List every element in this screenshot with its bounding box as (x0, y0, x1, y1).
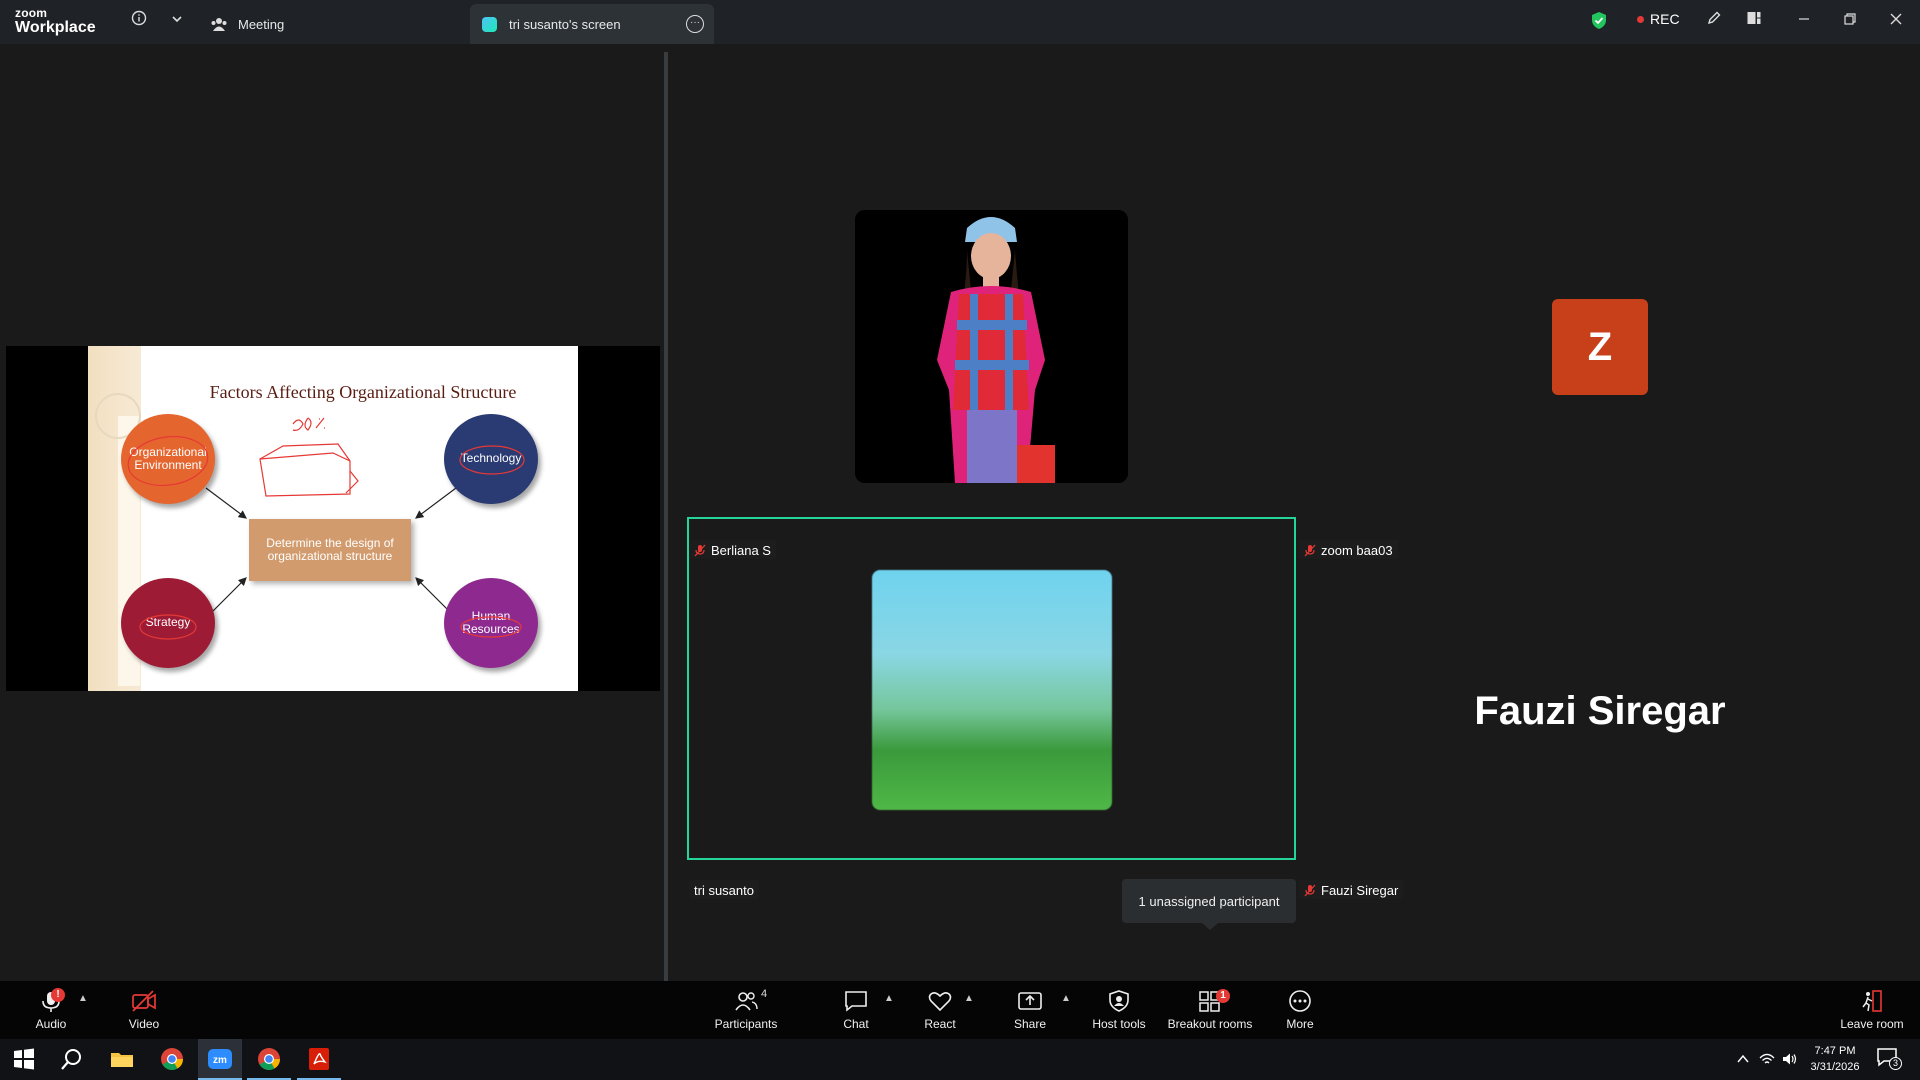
leave-door-icon (1862, 990, 1882, 1012)
name-tag-tri-susanto: tri susanto (689, 880, 759, 899)
shared-screen-icon (482, 16, 497, 32)
more-button[interactable]: More (1280, 985, 1320, 1037)
video-off-icon (132, 990, 156, 1012)
name-tag-zoom-baa03: zoom baa03 (1299, 540, 1398, 559)
volume-icon[interactable] (1782, 1052, 1798, 1066)
breakout-rooms-label: Breakout rooms (1167, 1017, 1253, 1031)
video-label: Video (128, 1017, 160, 1031)
participant-video-tri (872, 570, 1112, 810)
meeting-main-area: Factors Affecting Organizational Structu… (0, 44, 1920, 981)
share-screen-icon (1018, 992, 1042, 1010)
host-shield-icon (1109, 990, 1129, 1012)
logo-workplace-text: Workplace (15, 19, 96, 36)
mic-muted-icon (1304, 884, 1316, 896)
file-explorer-icon[interactable] (109, 1046, 135, 1072)
notification-center[interactable]: 3 (1876, 1047, 1902, 1073)
windows-start-icon[interactable] (11, 1046, 37, 1072)
clock-time: 7:47 PM (1814, 1045, 1856, 1057)
react-options-caret-icon[interactable]: ▲ (964, 993, 974, 1004)
title-bar: zoom Workplace Meeting tri susanto's scr… (0, 0, 1920, 44)
tab-meeting[interactable]: Meeting (210, 4, 460, 44)
video-button[interactable]: Video (120, 985, 168, 1037)
participants-group-icon (211, 18, 227, 31)
pdf-reader-icon (309, 1048, 329, 1070)
share-label: Share (1013, 1017, 1047, 1031)
rec-dot-icon (1637, 15, 1644, 23)
split-view-divider[interactable] (664, 52, 668, 981)
audio-button[interactable]: Audio ! (28, 985, 74, 1037)
chrome-icon (258, 1048, 280, 1070)
layout-view-icon[interactable] (1743, 10, 1765, 32)
notification-count: 3 (1889, 1057, 1902, 1070)
name-fauzi: Fauzi Siregar (1321, 882, 1399, 898)
chat-icon (845, 991, 867, 1012)
participant-photo (855, 210, 1128, 483)
network-icon[interactable] (1759, 1052, 1775, 1066)
more-dots-icon (1289, 990, 1311, 1012)
tab-screen-label: tri susanto's screen (509, 16, 621, 32)
rec-label: REC (1650, 11, 1680, 27)
taskbar-zoom-active[interactable]: zm (198, 1039, 242, 1080)
react-button[interactable]: React (916, 985, 964, 1037)
shared-screen-view[interactable]: Factors Affecting Organizational Structu… (6, 346, 660, 691)
leave-room-button[interactable]: Leave room (1836, 985, 1908, 1037)
leave-room-label: Leave room (1840, 1017, 1904, 1031)
encryption-shield-icon (1592, 12, 1606, 29)
logo-zoom-text: zoom (15, 6, 48, 20)
taskbar-chrome-2[interactable] (247, 1039, 291, 1080)
presentation-slide: Factors Affecting Organizational Structu… (88, 346, 578, 691)
video-tile-fauzi[interactable]: Fauzi Siregar (1430, 689, 1770, 734)
annotate-pencil-icon[interactable] (1703, 10, 1725, 32)
name-zoom-baa03: zoom baa03 (1321, 542, 1393, 558)
host-tools-button[interactable]: Host tools (1086, 985, 1152, 1037)
heart-icon (928, 992, 952, 1012)
audio-label: Audio (35, 1017, 67, 1031)
system-clock[interactable]: 7:47 PM 3/31/2026 (1800, 1043, 1870, 1075)
chat-options-caret-icon[interactable]: ▲ (884, 993, 894, 1004)
mic-muted-icon (1304, 544, 1316, 556)
windows-taskbar: zm 7:47 PM 3/31/2026 3 (0, 1039, 1920, 1080)
svg-text:zm: zm (213, 1055, 227, 1066)
clock-date: 3/31/2026 (1810, 1061, 1860, 1073)
react-label: React (924, 1017, 956, 1031)
participants-button[interactable]: Participants 4 (710, 985, 782, 1037)
chat-label: Chat (843, 1017, 869, 1031)
breakout-rooms-button[interactable]: Breakout rooms 1 (1165, 985, 1255, 1037)
chat-button[interactable]: Chat (830, 985, 882, 1037)
annotation-ink (127, 417, 525, 640)
minimize-icon[interactable] (1790, 10, 1818, 32)
share-options-caret-icon[interactable]: ▲ (1061, 993, 1071, 1004)
audio-warning-badge: ! (51, 988, 65, 1002)
search-icon[interactable] (59, 1046, 85, 1072)
unassigned-participant-tooltip[interactable]: 1 unassigned participant (1122, 879, 1296, 930)
more-label: More (1286, 1017, 1314, 1031)
participants-count: 4 (761, 988, 768, 1000)
tab-meeting-label: Meeting (238, 16, 285, 32)
info-icon[interactable] (128, 10, 150, 32)
name-tag-fauzi: Fauzi Siregar (1299, 880, 1404, 899)
tab-shared-screen[interactable]: tri susanto's screen ··· (470, 4, 714, 44)
breakout-badge: 1 (1216, 989, 1230, 1003)
close-icon[interactable] (1882, 10, 1910, 32)
chrome-icon[interactable] (159, 1046, 185, 1072)
zoom-logo: zoom Workplace (15, 7, 96, 36)
tray-expand-icon[interactable] (1736, 1053, 1750, 1065)
video-tile-berliana[interactable] (855, 210, 1128, 483)
restore-icon[interactable] (1836, 10, 1864, 32)
participants-label: Participants (714, 1017, 778, 1031)
chevron-down-icon[interactable] (166, 10, 188, 32)
zoom-app-icon: zm (208, 1049, 232, 1069)
avatar-zoom-baa03[interactable]: Z (1552, 299, 1648, 395)
audio-options-caret-icon[interactable]: ▲ (78, 993, 88, 1004)
meeting-toolbar: Audio ! ▲ Video Participants 4 Chat ▲ Re… (0, 981, 1920, 1039)
taskbar-acrobat[interactable] (297, 1039, 341, 1080)
name-tri-susanto: tri susanto (694, 882, 754, 898)
more-options-icon[interactable]: ··· (686, 15, 704, 33)
share-button[interactable]: Share (1005, 985, 1055, 1037)
participants-icon (735, 992, 758, 1011)
host-tools-label: Host tools (1092, 1017, 1146, 1031)
recording-indicator[interactable]: REC (1637, 11, 1680, 27)
